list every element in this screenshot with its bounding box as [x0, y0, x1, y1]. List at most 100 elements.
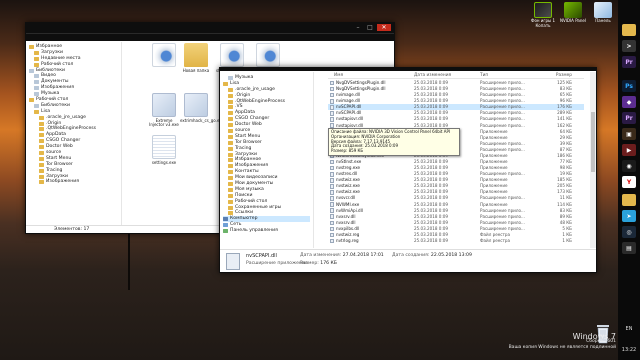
- folder-icon: [223, 81, 228, 86]
- folder-icon: [39, 127, 44, 132]
- taskbar-telegram-icon[interactable]: ➤: [622, 210, 636, 222]
- dll-gear-icon: [220, 43, 244, 67]
- nav-item[interactable]: Изображения: [29, 179, 118, 185]
- library-icon: [34, 92, 39, 97]
- taskbar-app-icon[interactable]: ▤: [622, 242, 636, 254]
- folder-icon: [228, 211, 233, 216]
- desktop-icon-label: Панель: [595, 18, 611, 23]
- taskbar-steam-icon[interactable]: ◎: [622, 226, 636, 238]
- nav-item-label: Изображения: [46, 179, 79, 185]
- taskbar-media-icon[interactable]: ▶: [622, 144, 636, 156]
- selected-file-icon: [226, 253, 240, 270]
- folder-icon: [184, 43, 208, 67]
- column-name[interactable]: Имя: [328, 72, 414, 78]
- file-type-icon: [330, 184, 334, 189]
- folder-icon: [228, 117, 233, 122]
- file-label: settings.exe: [151, 160, 177, 165]
- tooltip-size: Размер: 859 КБ: [331, 148, 364, 154]
- folder-icon: [29, 97, 34, 102]
- file-icon-item[interactable]: Extreme Injector v3.exe: [148, 93, 180, 128]
- vertical-scrollbar[interactable]: [590, 72, 596, 248]
- file-name: nvtrlog.reg: [336, 238, 359, 244]
- details-size: Размер: 176 КБ: [300, 261, 337, 266]
- folder-icon: [228, 140, 233, 145]
- desktop-icon-nvidia-panel[interactable]: NVIDIA Panel: [560, 2, 586, 24]
- folder-icon: [228, 170, 233, 175]
- star-icon: [29, 44, 34, 49]
- file-label: Extreme Injector v3.exe: [149, 118, 179, 128]
- details-created-value: 22.05.2018 13:09: [430, 253, 472, 258]
- file-type-icon: [330, 111, 334, 116]
- file-row[interactable]: nvtrlog.reg 25.03.2018 0:09 Файл реестра 1 …: [328, 238, 584, 244]
- taskbar-terminal-icon[interactable]: >: [622, 40, 636, 52]
- file-label: Новая папка: [182, 68, 210, 73]
- file-type-icon: [330, 214, 334, 220]
- library-icon: [228, 75, 233, 80]
- file-tooltip: Описание файла: NVIDIA 3D Vision Control…: [328, 128, 460, 156]
- column-date[interactable]: Дата изменения: [414, 72, 480, 78]
- file-type-icon: [330, 226, 334, 232]
- details-modified-label: Дата изменения:: [300, 253, 342, 258]
- scrollbar-thumb[interactable]: [591, 112, 595, 172]
- file-icon-item[interactable]: [148, 43, 180, 69]
- file-list: NvgDVSettingsPlugin.dll 25.03.2018 0:09 Ра…: [328, 80, 584, 244]
- column-headers: Имя Дата изменения Тип Размер: [328, 72, 584, 79]
- language-indicator[interactable]: EN: [620, 326, 638, 332]
- desktop-icon-panel[interactable]: Панель: [590, 2, 616, 24]
- file-icon-item[interactable]: settings.exe: [148, 135, 180, 165]
- details-modified: Дата изменения: 27.04.2018 17:01: [300, 253, 384, 258]
- folder-icon: [34, 109, 39, 114]
- file-icon-item[interactable]: extrimhack_cs_go.exe: [180, 93, 224, 123]
- folder-icon: [34, 56, 39, 61]
- minimize-button[interactable]: –: [353, 24, 363, 31]
- network-icon: [223, 223, 228, 228]
- file-icon-item[interactable]: [252, 43, 284, 69]
- taskbar-premiere-icon[interactable]: Pr: [622, 112, 636, 124]
- document-icon: [152, 135, 176, 159]
- application-icon: [152, 93, 176, 117]
- taskbar-visual-studio-icon[interactable]: ◆: [622, 96, 636, 108]
- taskbar-browser-icon[interactable]: ◉: [622, 160, 636, 172]
- file-type-icon: [330, 98, 334, 104]
- column-type[interactable]: Тип: [480, 72, 550, 78]
- file-type-icon: [330, 80, 334, 86]
- file-name-cell: nvtrlog.reg: [328, 238, 414, 244]
- file-type-icon: [330, 105, 334, 110]
- titlebar[interactable]: [220, 68, 596, 71]
- file-size: 1 КБ: [562, 238, 572, 244]
- taskbar-photoshop-icon[interactable]: Ps: [622, 80, 636, 92]
- dll-gear-icon: [256, 43, 280, 67]
- taskbar-premiere-icon[interactable]: Pr: [622, 56, 636, 68]
- clock[interactable]: 13:22: [620, 347, 638, 353]
- taskbar-yandex-icon[interactable]: Y: [622, 176, 636, 188]
- file-type-icon: [330, 86, 334, 92]
- folder-icon: [228, 158, 233, 163]
- column-size[interactable]: Размер: [550, 72, 572, 78]
- close-button[interactable]: ✕: [377, 24, 391, 31]
- maximize-button[interactable]: □: [365, 24, 375, 31]
- folder-icon: [228, 205, 233, 210]
- desktop-icon-label: NVIDIA Panel: [560, 18, 586, 23]
- details-pane: nvSCPAPI.dll Расширение приложения Дата …: [220, 249, 596, 272]
- windows-watermark: Windows 7 Сборка 7601 Ваша копия Windows…: [509, 332, 616, 350]
- file-icon-item[interactable]: Новая папка: [180, 43, 212, 73]
- file-type-icon: [330, 159, 334, 165]
- taskbar-game-icon[interactable]: ▣: [622, 128, 636, 140]
- item-count: Элементов: 17: [54, 227, 90, 232]
- taskbar-explorer-icon[interactable]: [622, 194, 636, 206]
- folder-icon: [34, 62, 39, 67]
- titlebar[interactable]: – □ ✕: [26, 23, 394, 33]
- folder-icon: [39, 121, 44, 126]
- nvidia-image-icon: [534, 2, 552, 18]
- nav-item[interactable]: Панель управления: [223, 228, 310, 234]
- file-type-icon: [330, 232, 334, 238]
- taskbar-folder-icon[interactable]: [622, 24, 636, 36]
- toolbar: [26, 33, 394, 41]
- folder-icon: [228, 99, 233, 104]
- dll-gear-icon: [152, 43, 176, 67]
- folder-icon: [39, 145, 44, 150]
- library-icon: [34, 103, 39, 108]
- folder-icon: [228, 123, 233, 128]
- folder-icon: [228, 146, 233, 151]
- desktop-icon-game-wallpaper[interactable]: Фон игры 1 Копать: [530, 2, 556, 28]
